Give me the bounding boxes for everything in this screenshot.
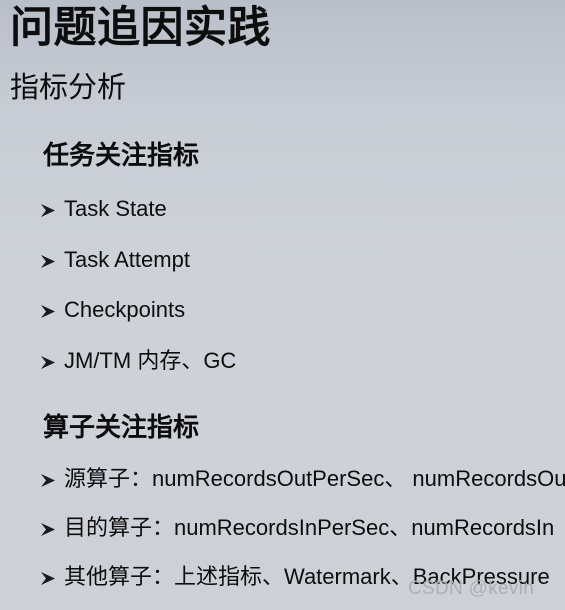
arrow-bullet-icon (40, 349, 64, 370)
slide-body: 任务关注指标 Task State Task Attempt Checkpoin… (0, 133, 565, 589)
slide-canvas: 问题追因实践 指标分析 任务关注指标 Task State Task Attem… (0, 0, 565, 610)
list-item-label: 目的算子：numRecordsInPerSec、numRecordsIn (64, 514, 555, 540)
list-item-label: Task Attempt (64, 246, 190, 272)
list-item-label: 源算子：numRecordsOutPerSec、 numRecordsOut (64, 466, 565, 492)
list-item: Task Attempt (0, 246, 565, 273)
page-title: 问题追因实践 (10, 4, 271, 52)
section-heading-operators: 算子关注指标 (43, 412, 200, 443)
page-subtitle: 指标分析 (10, 72, 127, 104)
arrow-bullet-icon (40, 565, 64, 586)
bullet-list-tasks: Task State Task Attempt Checkpoints JM/T… (0, 195, 565, 374)
arrow-bullet-icon (40, 197, 64, 218)
arrow-bullet-icon (40, 248, 64, 269)
list-item: Checkpoints (0, 298, 565, 323)
list-item-label: JM/TM 内存、GC (64, 347, 237, 373)
list-item-label: Checkpoints (64, 297, 186, 323)
arrow-bullet-icon (40, 467, 64, 488)
arrow-bullet-icon (40, 516, 64, 537)
list-item-label: Task State (64, 195, 167, 221)
list-item-label: 其他算子：上述指标、Watermark、BackPressure (64, 563, 550, 589)
list-item: 目的算子：numRecordsInPerSec、numRecordsIn (0, 514, 565, 541)
list-item: Task State (0, 195, 565, 222)
list-item: 其他算子：上述指标、Watermark、BackPressure (0, 563, 565, 590)
bullet-list-operators: 源算子：numRecordsOutPerSec、 numRecordsOut 目… (0, 467, 565, 589)
list-item: 源算子：numRecordsOutPerSec、 numRecordsOut (0, 467, 565, 492)
list-item: JM/TM 内存、GC (0, 347, 565, 374)
arrow-bullet-icon (40, 298, 64, 319)
section-heading-tasks: 任务关注指标 (43, 140, 200, 170)
